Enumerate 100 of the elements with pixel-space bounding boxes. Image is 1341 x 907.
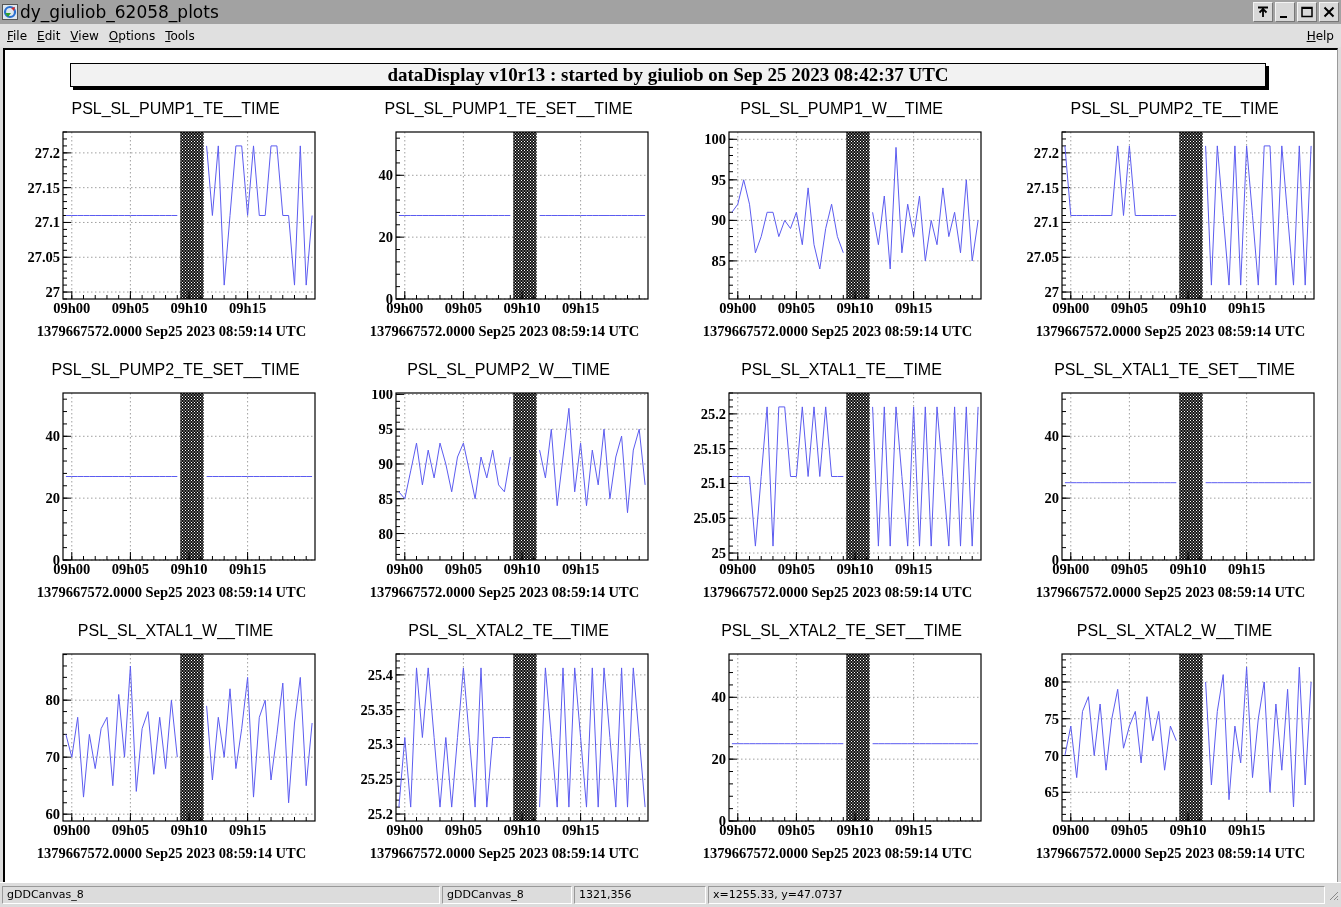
axis-tick-label: 09h15: [1228, 561, 1266, 577]
menu-item[interactable]: Edit: [32, 28, 66, 43]
axis-tick-label: 09h05: [1110, 300, 1148, 316]
axis-tick-label: 25.1: [700, 475, 726, 492]
status-field: gDDCanvas_8: [2, 886, 440, 904]
axis-tick-label: 09h15: [562, 300, 600, 316]
axis-tick-label: 09h10: [170, 300, 208, 316]
axis-tick-label: 09h00: [719, 561, 757, 577]
timestamp-label: 1379667572.0000 Sep25 2023 08:59:14 UTC: [36, 584, 307, 601]
chart-title: PSL_SL_PUMP1_W__TIME: [740, 99, 943, 119]
axis-tick-label: 09h05: [444, 822, 482, 838]
menu-item[interactable]: Options: [103, 28, 161, 43]
axis-tick-label: 09h10: [503, 561, 541, 577]
status-field: gDDCanvas_8: [442, 886, 572, 904]
axis-tick-label: 09h05: [1110, 822, 1148, 838]
axis-tick-label: 40: [711, 689, 726, 706]
timestamp-label: 1379667572.0000 Sep25 2023 08:59:14 UTC: [36, 323, 307, 340]
axis-tick-label: 25.2: [700, 405, 726, 422]
axis-tick-label: 09h10: [170, 561, 208, 577]
axis-tick-label: 65: [1044, 784, 1059, 801]
axis-tick-label: 09h15: [229, 822, 267, 838]
status-field: 1321,356: [574, 886, 706, 904]
axis-tick-label: 27.05: [27, 249, 60, 266]
axis-tick-label: 09h10: [1169, 561, 1207, 577]
minimize-button[interactable]: [1275, 2, 1295, 22]
menu-item[interactable]: Tools: [160, 28, 200, 43]
axis-tick-label: 09h15: [895, 822, 933, 838]
axis-tick-label: 09h10: [836, 561, 874, 577]
axis-tick-label: 95: [711, 171, 726, 188]
axis-tick-label: 09h00: [1052, 822, 1090, 838]
axis-tick-label: 27.15: [1026, 179, 1059, 196]
chart-title: PSL_SL_XTAL2_TE_SET__TIME: [721, 621, 962, 641]
chart-title: PSL_SL_PUMP2_TE__TIME: [1070, 99, 1279, 119]
axis-tick-label: 09h15: [1228, 300, 1266, 316]
timestamp-label: 1379667572.0000 Sep25 2023 08:59:14 UTC: [702, 323, 973, 340]
axis-tick-label: 27.2: [1033, 144, 1059, 161]
timestamp-label: 1379667572.0000 Sep25 2023 08:59:14 UTC: [1035, 845, 1306, 862]
axis-tick-label: 09h00: [386, 561, 424, 577]
axis-tick-label: 09h05: [444, 561, 482, 577]
timestamp-label: 1379667572.0000 Sep25 2023 08:59:14 UTC: [369, 584, 640, 601]
axis-tick-label: 80: [1044, 673, 1059, 690]
chart-title: PSL_SL_XTAL1_W__TIME: [77, 621, 274, 641]
chart-title: PSL_SL_XTAL1_TE_SET__TIME: [1054, 360, 1295, 380]
timestamp-label: 1379667572.0000 Sep25 2023 08:59:14 UTC: [36, 845, 307, 862]
axis-tick-label: 80: [378, 525, 393, 542]
axis-tick-label: 95: [378, 421, 393, 438]
axis-tick-label: 09h10: [1169, 822, 1207, 838]
axis-tick-label: 90: [711, 212, 726, 229]
timestamp-label: 1379667572.0000 Sep25 2023 08:59:14 UTC: [702, 584, 973, 601]
axis-tick-label: 09h05: [111, 300, 149, 316]
chart-title: PSL_SL_XTAL2_TE__TIME: [408, 621, 609, 641]
axis-tick-label: 09h10: [503, 300, 541, 316]
axis-tick-label: 20: [1044, 490, 1059, 507]
axis-tick-label: 09h00: [386, 822, 424, 838]
status-field: x=1255.33, y=47.0737: [708, 886, 1325, 904]
timestamp-label: 1379667572.0000 Sep25 2023 08:59:14 UTC: [369, 845, 640, 862]
axis-tick-label: 09h05: [111, 561, 149, 577]
axis-tick-label: 09h15: [895, 300, 933, 316]
axis-tick-label: 09h05: [1110, 561, 1148, 577]
maximize-button[interactable]: [1297, 2, 1317, 22]
axis-tick-label: 40: [1044, 428, 1059, 445]
axis-tick-label: 09h05: [777, 561, 815, 577]
chart-title: PSL_SL_XTAL1_TE__TIME: [741, 360, 942, 380]
timestamp-label: 1379667572.0000 Sep25 2023 08:59:14 UTC: [1035, 584, 1306, 601]
close-button[interactable]: [1319, 2, 1339, 22]
menu-item[interactable]: Help: [1301, 28, 1339, 43]
timestamp-label: 1379667572.0000 Sep25 2023 08:59:14 UTC: [702, 845, 973, 862]
axis-tick-label: 70: [45, 749, 60, 766]
axis-tick-label: 90: [378, 456, 393, 472]
axis-tick-label: 09h15: [229, 561, 267, 577]
app-icon: [2, 4, 18, 20]
axis-tick-label: 09h10: [170, 822, 208, 838]
axis-tick-label: 25.3: [367, 736, 393, 753]
axis-tick-label: 100: [704, 131, 726, 148]
axis-tick-label: 85: [378, 490, 393, 507]
axis-tick-label: 09h05: [444, 300, 482, 316]
resize-grip-icon[interactable]: [1327, 889, 1339, 901]
axis-tick-label: 09h10: [836, 300, 874, 316]
menu-item[interactable]: File: [2, 28, 33, 43]
axis-tick-label: 09h00: [1052, 300, 1090, 316]
axis-tick-label: 25.4: [367, 666, 393, 683]
axis-tick-label: 09h10: [836, 822, 874, 838]
axis-tick-label: 27.2: [34, 144, 60, 161]
axis-tick-label: 25.15: [693, 440, 726, 457]
axis-tick-label: 20: [378, 229, 393, 246]
axis-tick-label: 27.1: [1033, 214, 1059, 231]
axis-tick-label: 27: [1044, 284, 1059, 301]
axis-tick-label: 09h05: [111, 822, 149, 838]
chart-title: PSL_SL_PUMP1_TE__TIME: [71, 99, 280, 119]
chart-title: PSL_SL_PUMP2_W__TIME: [407, 360, 610, 380]
chart-title: PSL_SL_PUMP2_TE_SET__TIME: [51, 360, 300, 380]
axis-tick-label: 09h15: [895, 561, 933, 577]
axis-tick-label: 25.35: [360, 701, 393, 718]
axis-tick-label: 27.1: [34, 214, 60, 231]
header-banner: dataDisplay v10r13 : started by giuliob on Sep 25 2023 08:42:37 UTC: [70, 63, 1266, 87]
axis-tick-label: 09h05: [777, 822, 815, 838]
axis-tick-label: 70: [1044, 747, 1059, 764]
axis-tick-label: 75: [1044, 710, 1059, 727]
stay-on-top-button[interactable]: [1253, 2, 1273, 22]
menu-item[interactable]: View: [65, 28, 104, 43]
